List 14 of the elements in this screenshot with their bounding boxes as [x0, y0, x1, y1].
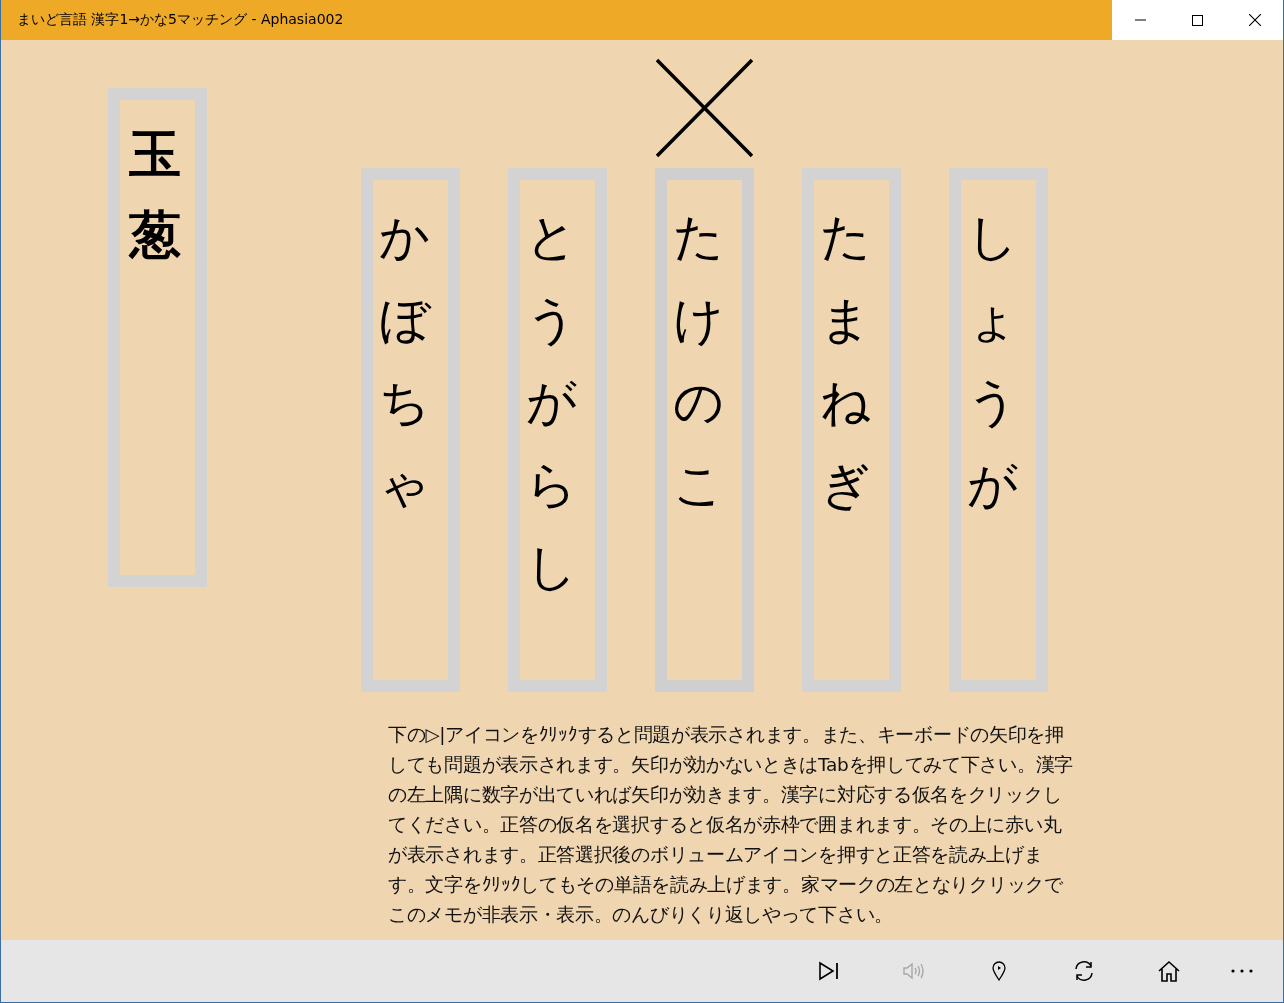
window-title: まいど言語 漢字1→かな5マッチング - Aphasia002 — [16, 11, 345, 29]
kana-word: たまねぎ — [820, 207, 870, 516]
kana-card[interactable]: しょうが — [949, 168, 1048, 692]
instructions-text: 下の▷|アイコンをｸﾘｯｸすると問題が表示されます。また、キーボードの矢印を押しても問題が表示されます。矢印が効かないときはTabを押してみて下さい。漢字の左上隅に数字が出ていれば矢印が効きます。漢字に対応する仮名をクリックしてください。正答の仮名を選択すると仮名が赤枠で囲まれます。その上に赤い丸が表示されます。正答選択後のボリュームアイコンを押すと正答を読み上げます。文字をｸﾘｯｸしてもその単語を読み上げます。家マークの左となりクリックでこのメモが非表示・表示。のんびりくり返しやって下さい。 — [388, 723, 1074, 927]
kana-card[interactable]: かぼちゃ — [361, 168, 460, 692]
maximize-icon[interactable] — [1192, 14, 1203, 26]
kana-word: しょうが — [967, 207, 1017, 516]
kana-card[interactable]: たまねぎ — [802, 168, 901, 692]
kana-word: たけのこ — [673, 207, 723, 516]
kana-word: とうがらし — [526, 207, 576, 598]
close-icon[interactable] — [1248, 14, 1261, 26]
kana-card[interactable]: とうがらし — [508, 168, 607, 692]
kana-card[interactable]: たけのこ — [655, 168, 754, 692]
kanji-word: 玉葱 — [129, 123, 181, 267]
